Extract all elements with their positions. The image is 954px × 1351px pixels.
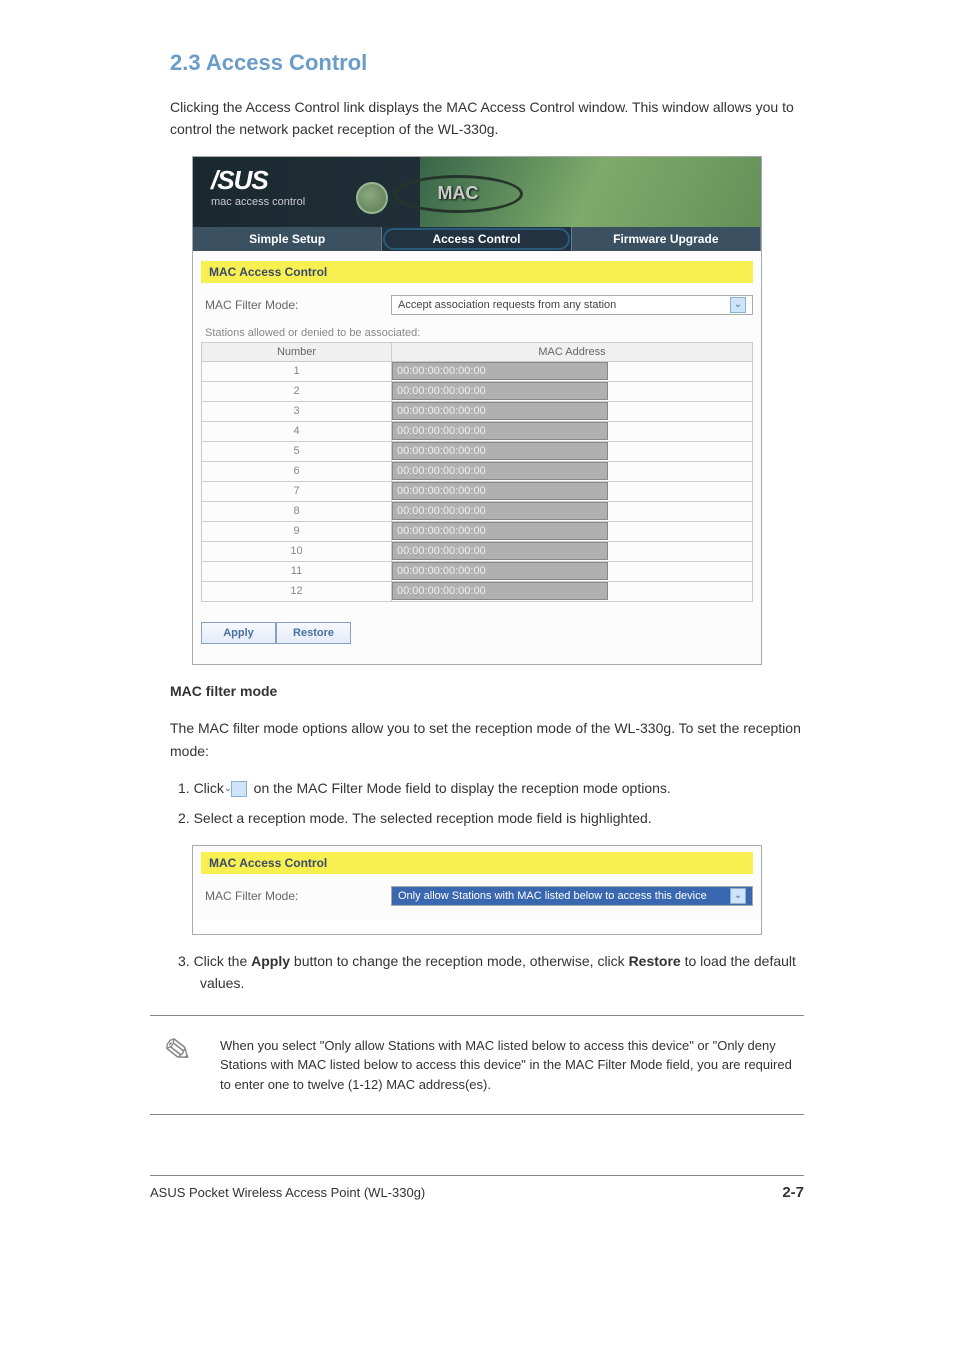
apply-button[interactable]: Apply bbox=[201, 622, 276, 644]
tab-simple-setup[interactable]: Simple Setup bbox=[193, 227, 382, 251]
row-number: 1 bbox=[202, 361, 392, 381]
row-number: 12 bbox=[202, 581, 392, 601]
table-row: 100:00:00:00:00:00 bbox=[202, 361, 753, 381]
select-value-highlighted: Only allow Stations with MAC listed belo… bbox=[398, 890, 707, 902]
note-block: ✎ When you select "Only allow Stations w… bbox=[150, 1015, 804, 1116]
mfm-step-2: 2. Select a reception mode. The selected… bbox=[200, 807, 804, 829]
mac-filter-mode-label-2: MAC Filter Mode: bbox=[201, 889, 391, 903]
table-row: 400:00:00:00:00:00 bbox=[202, 421, 753, 441]
header-banner: /SUS mac access control MAC bbox=[193, 157, 761, 227]
mac-address-cell: 00:00:00:00:00:00 bbox=[392, 541, 753, 561]
table-caption: Stations allowed or denied to be associa… bbox=[201, 327, 753, 339]
intro-paragraph: Clicking the Access Control link display… bbox=[170, 96, 804, 141]
table-row: 300:00:00:00:00:00 bbox=[202, 401, 753, 421]
tab-row: Simple Setup Access Control Firmware Upg… bbox=[193, 227, 761, 251]
row-number: 6 bbox=[202, 461, 392, 481]
col-header-number: Number bbox=[202, 342, 392, 361]
mac-address-cell: 00:00:00:00:00:00 bbox=[392, 401, 753, 421]
chevron-down-icon: ⌄ bbox=[231, 781, 247, 797]
mac-address-input[interactable]: 00:00:00:00:00:00 bbox=[392, 362, 608, 380]
table-row: 200:00:00:00:00:00 bbox=[202, 381, 753, 401]
mac-filter-mode-heading: MAC filter mode bbox=[170, 680, 804, 702]
chevron-down-icon[interactable]: ⌄ bbox=[730, 888, 746, 904]
screenshot-mac-access-control: /SUS mac access control MAC Simple Setup… bbox=[192, 156, 762, 665]
section-title: 2.3 Access Control bbox=[170, 50, 894, 76]
row-number: 10 bbox=[202, 541, 392, 561]
mac-address-cell: 00:00:00:00:00:00 bbox=[392, 441, 753, 461]
mac-filter-mode-label: MAC Filter Mode: bbox=[201, 298, 391, 312]
mac-filter-mode-select-highlighted[interactable]: Only allow Stations with MAC listed belo… bbox=[391, 886, 753, 906]
mac-filter-mode-row-2: MAC Filter Mode: Only allow Stations wit… bbox=[201, 886, 753, 906]
section-heading-bar: MAC Access Control bbox=[201, 261, 753, 283]
mac-address-input[interactable]: 00:00:00:00:00:00 bbox=[392, 562, 608, 580]
mfm-paragraph-1: The MAC filter mode options allow you to… bbox=[170, 717, 804, 762]
row-number: 9 bbox=[202, 521, 392, 541]
tab-access-control[interactable]: Access Control bbox=[382, 227, 571, 251]
mac-address-cell: 00:00:00:00:00:00 bbox=[392, 481, 753, 501]
mac-address-input[interactable]: 00:00:00:00:00:00 bbox=[392, 582, 608, 600]
table-row: 1100:00:00:00:00:00 bbox=[202, 561, 753, 581]
table-row: 600:00:00:00:00:00 bbox=[202, 461, 753, 481]
mac-address-input[interactable]: 00:00:00:00:00:00 bbox=[392, 522, 608, 540]
content-area: MAC Access Control MAC Filter Mode: Acce… bbox=[193, 251, 761, 664]
mac-address-cell: 00:00:00:00:00:00 bbox=[392, 581, 753, 601]
mac-address-cell: 00:00:00:00:00:00 bbox=[392, 421, 753, 441]
mac-address-cell: 00:00:00:00:00:00 bbox=[392, 501, 753, 521]
mac-address-input[interactable]: 00:00:00:00:00:00 bbox=[392, 482, 608, 500]
row-number: 11 bbox=[202, 561, 392, 581]
row-number: 4 bbox=[202, 421, 392, 441]
select-value: Accept association requests from any sta… bbox=[398, 299, 616, 311]
section-heading-bar-2: MAC Access Control bbox=[201, 852, 753, 874]
mac-address-input[interactable]: 00:00:00:00:00:00 bbox=[392, 502, 608, 520]
screenshot-mac-filter-highlighted: MAC Access Control MAC Filter Mode: Only… bbox=[192, 845, 762, 935]
table-row: 700:00:00:00:00:00 bbox=[202, 481, 753, 501]
mac-address-cell: 00:00:00:00:00:00 bbox=[392, 361, 753, 381]
mac-address-cell: 00:00:00:00:00:00 bbox=[392, 521, 753, 541]
table-row: 800:00:00:00:00:00 bbox=[202, 501, 753, 521]
mac-filter-mode-row: MAC Filter Mode: Accept association requ… bbox=[201, 295, 753, 315]
restore-button[interactable]: Restore bbox=[276, 622, 351, 644]
mac-badge-icon: MAC bbox=[393, 175, 523, 213]
table-row: 900:00:00:00:00:00 bbox=[202, 521, 753, 541]
mac-address-cell: 00:00:00:00:00:00 bbox=[392, 381, 753, 401]
mac-address-input[interactable]: 00:00:00:00:00:00 bbox=[392, 402, 608, 420]
page-footer: ASUS Pocket Wireless Access Point (WL-33… bbox=[150, 1175, 804, 1201]
mac-filter-mode-select[interactable]: Accept association requests from any sta… bbox=[391, 295, 753, 315]
table-row: 1200:00:00:00:00:00 bbox=[202, 581, 753, 601]
row-number: 7 bbox=[202, 481, 392, 501]
chevron-down-icon[interactable]: ⌄ bbox=[730, 297, 746, 313]
note-pencil-icon: ✎ bbox=[145, 1025, 204, 1079]
stations-table: Number MAC Address 100:00:00:00:00:00200… bbox=[201, 342, 753, 602]
footer-product-name: ASUS Pocket Wireless Access Point (WL-33… bbox=[150, 1185, 425, 1200]
mac-address-input[interactable]: 00:00:00:00:00:00 bbox=[392, 422, 608, 440]
row-number: 8 bbox=[202, 501, 392, 521]
mac-address-input[interactable]: 00:00:00:00:00:00 bbox=[392, 462, 608, 480]
footer-page-number: 2-7 bbox=[782, 1184, 804, 1201]
row-number: 2 bbox=[202, 381, 392, 401]
content-area-2: MAC Access Control MAC Filter Mode: Only… bbox=[193, 846, 761, 920]
button-row: Apply Restore bbox=[201, 622, 753, 654]
col-header-mac: MAC Address bbox=[392, 342, 753, 361]
row-number: 5 bbox=[202, 441, 392, 461]
mfm-step-1: 1. Click ⌄ on the MAC Filter Mode field … bbox=[200, 777, 804, 799]
tab-firmware-upgrade[interactable]: Firmware Upgrade bbox=[572, 227, 761, 251]
mac-address-input[interactable]: 00:00:00:00:00:00 bbox=[392, 442, 608, 460]
mac-address-input[interactable]: 00:00:00:00:00:00 bbox=[392, 542, 608, 560]
mfm-step-3: 3. Click the Apply button to change the … bbox=[200, 950, 804, 995]
mac-address-cell: 00:00:00:00:00:00 bbox=[392, 561, 753, 581]
table-row: 500:00:00:00:00:00 bbox=[202, 441, 753, 461]
note-text: When you select "Only allow Stations wit… bbox=[200, 1031, 804, 1100]
row-number: 3 bbox=[202, 401, 392, 421]
mac-address-cell: 00:00:00:00:00:00 bbox=[392, 461, 753, 481]
table-row: 1000:00:00:00:00:00 bbox=[202, 541, 753, 561]
mac-address-input[interactable]: 00:00:00:00:00:00 bbox=[392, 382, 608, 400]
